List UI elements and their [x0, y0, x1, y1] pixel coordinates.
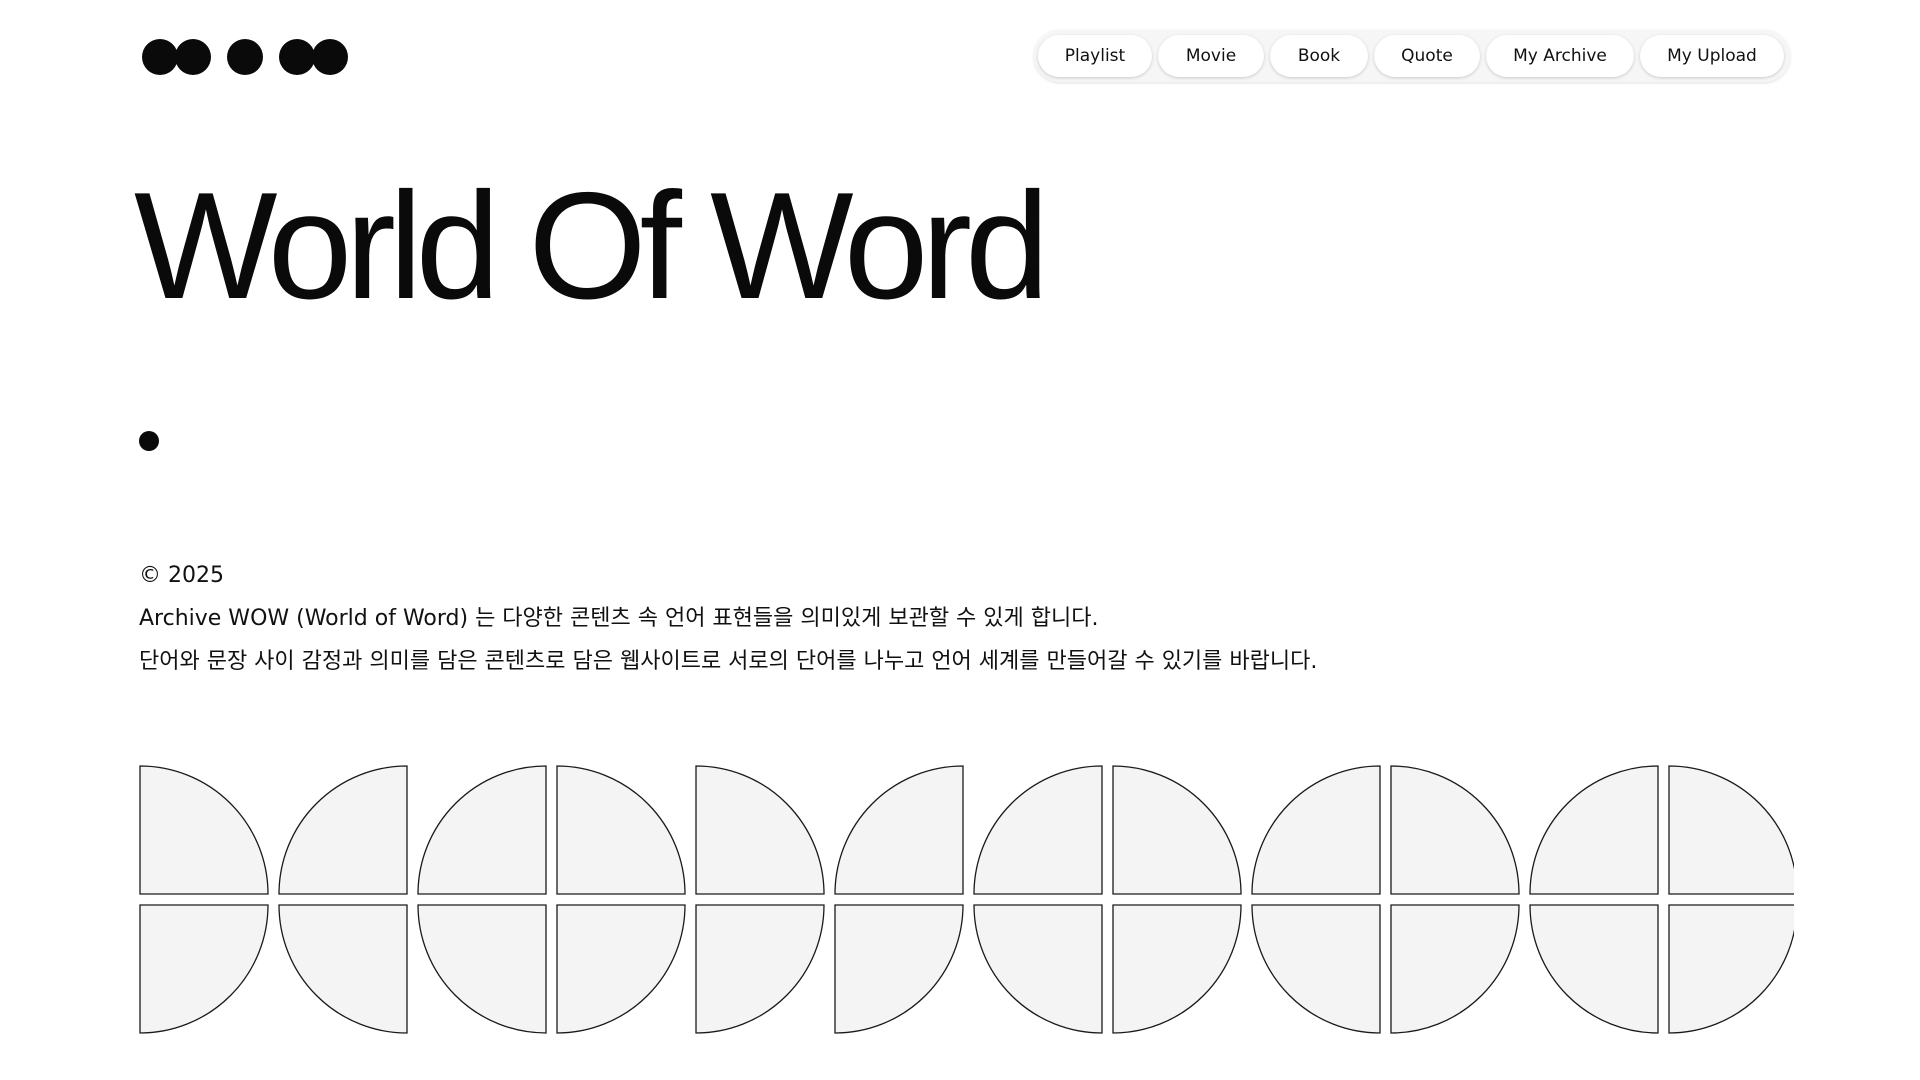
quarter-circle-shape — [417, 765, 547, 895]
main-nav: Playlist Movie Book Quote My Archive My … — [1034, 30, 1790, 82]
quarter-circle-shape — [1529, 765, 1659, 895]
nav-my-archive[interactable]: My Archive — [1486, 35, 1634, 77]
quarter-circle-shape — [834, 904, 964, 1034]
quarter-circle-shape — [278, 765, 408, 895]
quarter-circle-shape — [695, 904, 825, 1034]
quarter-circle-shape — [278, 904, 408, 1034]
quarter-circle-shape — [1390, 765, 1520, 895]
quarter-circle-pattern — [139, 765, 1794, 1034]
nav-my-upload[interactable]: My Upload — [1640, 35, 1784, 77]
quarter-circle-shape — [1112, 765, 1242, 895]
quarter-circle-shape — [1251, 765, 1381, 895]
nav-quote[interactable]: Quote — [1374, 35, 1480, 77]
site-info: © 2025 Archive WOW (World of Word) 는 다양한… — [139, 554, 1317, 683]
quarter-circle-shape — [1668, 765, 1794, 895]
quarter-circle-shape — [417, 904, 547, 1034]
quarter-circle-shape — [973, 904, 1103, 1034]
logo-icon[interactable] — [141, 38, 351, 76]
quarter-circle-shape — [834, 765, 964, 895]
quarter-circle-shape — [139, 765, 269, 895]
page: Playlist Movie Book Quote My Archive My … — [0, 0, 1920, 1080]
nav-playlist[interactable]: Playlist — [1038, 35, 1152, 77]
copyright-text: © 2025 — [139, 563, 224, 588]
quarter-circle-shape — [1529, 904, 1659, 1034]
quarter-circle-shape — [556, 765, 686, 895]
nav-movie[interactable]: Movie — [1158, 35, 1264, 77]
hero-title: World Of Word — [134, 161, 1050, 331]
quarter-circle-shape — [1251, 904, 1381, 1034]
description-line-2: 단어와 문장 사이 감정과 의미를 담은 콘텐츠로 담은 웹사이트로 서로의 단… — [139, 649, 1318, 674]
logo-dot — [227, 39, 263, 75]
bullet-dot-icon — [139, 431, 159, 451]
quarter-circle-shape — [139, 904, 269, 1034]
quarter-circle-shape — [1112, 904, 1242, 1034]
quarter-circle-shape — [695, 765, 825, 895]
quarter-circle-shape — [1668, 904, 1794, 1034]
description-line-1: Archive WOW (World of Word) 는 다양한 콘텐츠 속 … — [139, 606, 1099, 631]
quarter-circle-shape — [556, 904, 686, 1034]
quarter-circle-shape — [973, 765, 1103, 895]
quarter-circle-shape — [1390, 904, 1520, 1034]
nav-book[interactable]: Book — [1270, 35, 1368, 77]
